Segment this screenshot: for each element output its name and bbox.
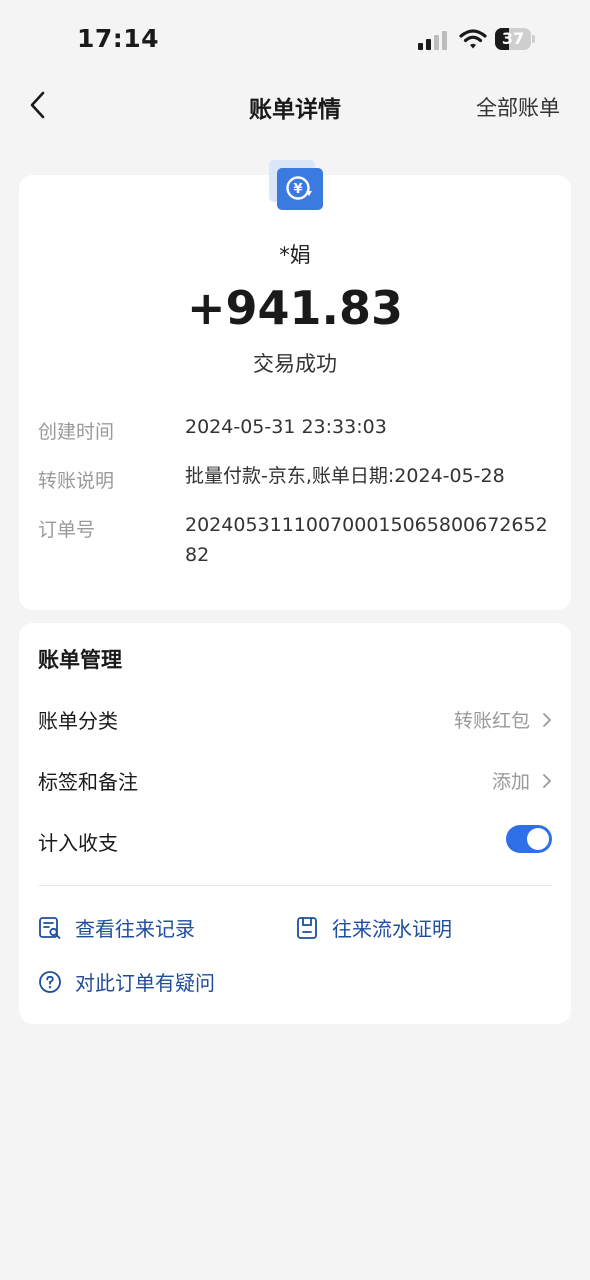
toggle-knob xyxy=(527,828,549,850)
count-in-balance-row: 计入收支 xyxy=(38,821,552,861)
detail-value: 2024-05-31 23:33:03 xyxy=(185,416,387,438)
transaction-proof-label: 往来流水证明 xyxy=(332,917,452,941)
record-search-icon xyxy=(39,917,61,939)
battery-level: 37 xyxy=(501,29,525,48)
detail-label: 创建时间 xyxy=(38,421,115,443)
battery-icon: 37 xyxy=(495,28,535,50)
bill-category-value: 转账红包 xyxy=(453,710,530,732)
transaction-amount: +941.83 xyxy=(186,281,404,335)
question-circle-icon xyxy=(39,971,61,993)
wifi-icon xyxy=(459,29,487,49)
document-proof-icon xyxy=(297,917,317,939)
view-history-link[interactable]: 查看往来记录 xyxy=(38,911,238,943)
chevron-right-icon xyxy=(543,713,551,727)
detail-value: 批量付款-京东,账单日期:2024-05-28 xyxy=(185,465,505,487)
status-time: 17:14 xyxy=(77,24,160,53)
tags-notes-value: 添加 xyxy=(491,771,530,793)
transaction-status: 交易成功 xyxy=(253,352,337,376)
bill-category-row[interactable]: 账单分类 转账红包 xyxy=(38,699,552,739)
section-title: 账单管理 xyxy=(38,648,122,672)
all-bills-link[interactable]: 全部账单 xyxy=(476,92,560,122)
nav-bar: 账单详情 全部账单 xyxy=(0,78,590,134)
detail-label: 订单号 xyxy=(38,519,96,541)
transaction-detail-card: ¥ *娟 +941.83 交易成功 创建时间 2024-05-31 23:33:… xyxy=(19,160,571,610)
detail-label: 转账说明 xyxy=(38,470,115,492)
svg-text:¥: ¥ xyxy=(293,182,302,197)
order-number-value[interactable]: 20240531110070001506580067265282 xyxy=(185,510,551,570)
signal-icon xyxy=(418,30,452,50)
tags-notes-label: 标签和备注 xyxy=(38,770,138,794)
count-in-balance-toggle[interactable] xyxy=(506,825,552,853)
status-bar: 17:14 37 xyxy=(0,0,590,80)
chevron-right-icon xyxy=(543,774,551,788)
divider xyxy=(38,885,552,886)
payee-name: *娟 xyxy=(279,243,311,267)
count-in-balance-label: 计入收支 xyxy=(38,831,118,855)
bill-management-card: 账单管理 账单分类 转账红包 标签和备注 添加 计入收支 查看往来记录 往来流水… xyxy=(19,623,571,1024)
transaction-proof-link[interactable]: 往来流水证明 xyxy=(295,911,495,943)
view-history-label: 查看往来记录 xyxy=(75,917,195,941)
order-question-label: 对此订单有疑问 xyxy=(75,971,215,995)
tags-notes-row[interactable]: 标签和备注 添加 xyxy=(38,760,552,800)
transfer-yuan-icon: ¥ xyxy=(269,160,323,210)
bill-category-label: 账单分类 xyxy=(38,709,118,733)
order-question-link[interactable]: 对此订单有疑问 xyxy=(38,965,268,997)
